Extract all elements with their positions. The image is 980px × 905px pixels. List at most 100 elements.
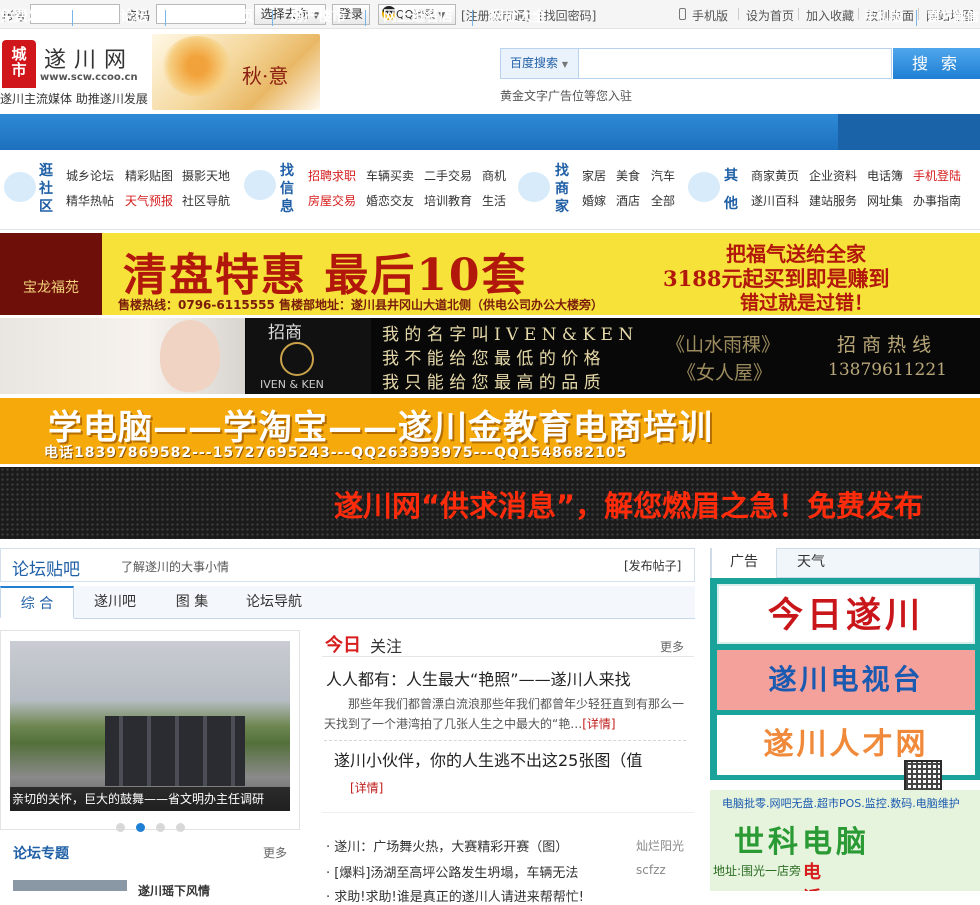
carousel-dot[interactable] [116, 823, 125, 832]
cat-link[interactable]: 建站服务 [809, 192, 857, 209]
carousel-photo[interactable]: 亲切的关怀，巨大的鼓舞——省文明办主任调研 [10, 641, 290, 811]
cat-link[interactable]: 美食 [616, 167, 640, 184]
cat-link[interactable]: 婚恋交友 [366, 192, 414, 209]
group-of-people [105, 716, 245, 786]
cat-link-mobile-login[interactable]: 手机登陆 [913, 167, 961, 184]
headline-link[interactable]: 人人都有：人生最大“艳照”——遂川人来找 [326, 666, 631, 690]
cat-link[interactable]: 办事指南 [913, 192, 961, 209]
divider [738, 8, 739, 20]
ad-banner-cosmetics[interactable]: 招商 IVEN & KEN 我 的 名 字 叫 I V E N & K E N … [0, 318, 980, 394]
cat-link[interactable]: 家居 [582, 167, 606, 184]
ad-banner-real-estate[interactable]: 宝龙福苑 清盘特惠 最后10套 把福气送给全家 3188元起买到即是赚到 错过就… [0, 233, 980, 315]
tab-suichuan-bar[interactable]: 遂川吧 [80, 586, 150, 619]
cat-link[interactable]: 社区导航 [182, 192, 230, 209]
carousel-dot[interactable] [176, 823, 185, 832]
cat-link[interactable]: 酒店 [616, 192, 640, 209]
cat-link[interactable]: 网址集 [867, 192, 903, 209]
nav-free-post[interactable]: 免费发布 [0, 0, 56, 36]
carousel-dot-active[interactable] [136, 823, 145, 832]
headline-summary: 那些年我们都曾漂白流浪那些年我们都曾年少轻狂直到有那么一天找到了一个港湾拍了几张… [324, 694, 686, 734]
category-title-other: 其他 [724, 168, 738, 212]
category-title-shops: 找商家 [555, 163, 569, 215]
news-author: 灿烂阳光 [636, 839, 685, 853]
cat-link[interactable]: 二手交易 [424, 167, 472, 184]
cat-link-housing[interactable]: 房屋交易 [308, 192, 356, 209]
location-pin-icon [688, 172, 720, 202]
tab-ads[interactable]: 广告 [711, 548, 777, 578]
cat-link[interactable]: 全部 [651, 192, 675, 209]
post-thread-link[interactable]: [发布帖子] [624, 557, 681, 574]
topics-more-link[interactable]: 更多 [263, 844, 287, 861]
cat-link[interactable]: 商家黄页 [751, 167, 799, 184]
set-homepage-link[interactable]: 设为首页 [746, 7, 794, 24]
cat-link[interactable]: 培训教育 [424, 192, 472, 209]
cat-link[interactable]: 生活 [482, 192, 506, 209]
detail-link[interactable]: [详情] [350, 779, 383, 796]
cat-link[interactable]: 精华热帖 [66, 192, 114, 209]
product-photo [0, 318, 245, 394]
news-list-item[interactable]: · 求助!求助!谁是真正的遂川人请进来帮帮忙! [326, 886, 584, 905]
cat-link[interactable]: 企业资料 [809, 167, 857, 184]
nav-wechat[interactable]: 官方微信 [927, 0, 979, 36]
nav-shops[interactable]: 网上逛名店 [383, 0, 453, 36]
cat-link[interactable]: 摄影天地 [182, 167, 230, 184]
today-more-link[interactable]: 更多 [660, 638, 684, 655]
cat-link[interactable]: 车辆买卖 [366, 167, 414, 184]
cat-link[interactable]: 城乡论坛 [66, 167, 114, 184]
nav-forum[interactable]: 遂川论坛 [92, 0, 148, 36]
cat-link[interactable]: 精彩贴图 [125, 167, 173, 184]
today-title: 关注 [370, 637, 403, 656]
news-list-item[interactable]: · 遂川：广场舞火热，大赛精彩开赛（图） 灿烂阳光 [326, 836, 684, 855]
nav-divider [365, 10, 366, 26]
cat-link[interactable]: 汽车 [651, 167, 675, 184]
ad-today-suichuan[interactable]: 今日遂川 [717, 584, 975, 644]
cat-link[interactable]: 遂川百科 [751, 192, 799, 209]
forum-subtitle: 了解遂川的大事小情 [121, 560, 230, 574]
search-input[interactable] [580, 50, 890, 77]
search-engine-select[interactable]: 百度搜索 ▼ [501, 49, 579, 78]
add-favorite-link[interactable]: 加入收藏 [806, 7, 854, 24]
cat-link[interactable]: 电话簿 [867, 167, 903, 184]
detail-link[interactable]: [详情] [582, 717, 615, 731]
tab-weather[interactable]: 天气 [778, 548, 844, 578]
tab-general[interactable]: 综 合 [0, 586, 74, 619]
headline-link[interactable]: 遂川小伙伴，你的人生逃不出这25张图（值 [334, 750, 684, 772]
find-password-link[interactable]: [找回密码] [539, 7, 596, 24]
ad-banner-training[interactable]: 学电脑——学淘宝——遂川金教育电商培训 电话18397869582---1572… [0, 398, 980, 464]
category-title-info: 找信息 [280, 163, 294, 215]
nav-url-directory[interactable]: 网址大全 [490, 0, 546, 36]
list-bullet: · [326, 866, 331, 881]
model-face [160, 320, 220, 392]
ad-banner-led-scroll[interactable]: 遂川网“供求消息”，解您燃眉之急！免费发布 [0, 467, 980, 539]
mobile-version-link[interactable]: 手机版 [692, 7, 728, 24]
ad-shike-computer[interactable]: 电脑批零.网吧无盘.超市POS.监控.数码.电脑维护 世科电脑 地址:围光一店旁… [710, 790, 980, 891]
nav-divider [165, 10, 166, 26]
ad-phone: 电话:13576810255 [803, 862, 966, 891]
banner-line: 我 只 能 给 您 最 高 的 品 质 [382, 373, 601, 393]
text-ad-link[interactable]: 黄金文字广告位等您入驻 [500, 87, 632, 104]
tab-forum-nav[interactable]: 论坛导航 [234, 586, 314, 619]
tab-gallery[interactable]: 图 集 [160, 586, 224, 619]
cat-link[interactable]: 婚嫁 [582, 192, 606, 209]
nav-real-estate[interactable]: 房产楼市 [290, 0, 346, 36]
forum-title[interactable]: 论坛贴吧 [12, 555, 80, 580]
chat-bubble-icon [4, 172, 36, 202]
main-navigation [0, 114, 980, 150]
nav-yellow-pages[interactable]: 遂川网黄页 [184, 0, 254, 36]
site-logo[interactable]: 城市 [2, 40, 36, 88]
list-bullet: · [326, 890, 331, 905]
nav-divider [916, 10, 917, 26]
ad-suichuan-tv[interactable]: 遂川电视台 [717, 650, 975, 710]
nav-mobile[interactable]: 手机版 [864, 0, 903, 36]
hotline-label: 招 商 热 线 [837, 334, 932, 356]
today-title-accent: 今日 [325, 635, 361, 656]
news-list-item[interactable]: · [爆料]汤湖至高坪公路发生坍塌，车辆无法 scfzz [326, 862, 666, 881]
search-button[interactable]: 搜 索 [893, 48, 980, 79]
topic-thumbnail[interactable] [13, 880, 127, 891]
cat-link[interactable]: 商机 [482, 167, 506, 184]
cat-link-jobs[interactable]: 招聘求职 [308, 167, 356, 184]
banner-hotline: 售楼热线：0796-6115555 售楼部地址：遂川县井冈山大道北侧（供电公司办… [118, 298, 604, 312]
nav-divider [272, 10, 273, 26]
cat-link-weather[interactable]: 天气预报 [125, 192, 173, 209]
carousel-dot[interactable] [156, 823, 165, 832]
